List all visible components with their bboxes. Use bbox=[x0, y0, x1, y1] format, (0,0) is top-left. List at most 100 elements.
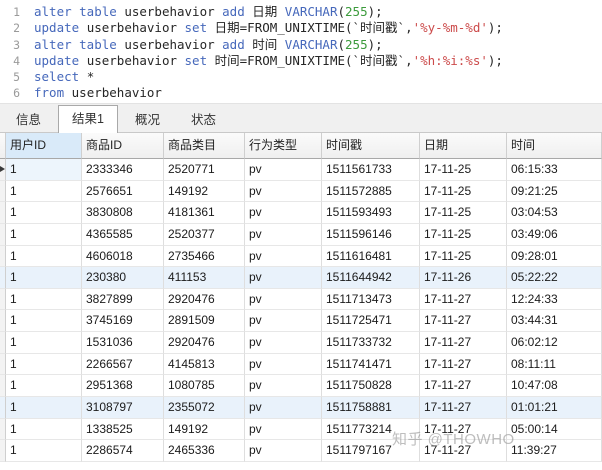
table-cell[interactable]: 3827899 bbox=[82, 289, 164, 311]
row-gutter[interactable] bbox=[0, 332, 6, 354]
table-cell[interactable]: 1531036 bbox=[82, 332, 164, 354]
table-cell[interactable]: 2891509 bbox=[164, 310, 245, 332]
table-cell[interactable]: pv bbox=[245, 440, 322, 462]
row-gutter[interactable] bbox=[0, 354, 6, 376]
table-cell[interactable]: 03:04:53 bbox=[507, 202, 602, 224]
table-cell[interactable]: 03:44:31 bbox=[507, 310, 602, 332]
table-cell[interactable]: 2266567 bbox=[82, 354, 164, 376]
table-cell[interactable]: 1 bbox=[6, 246, 82, 268]
table-cell[interactable]: 1511596146 bbox=[322, 224, 420, 246]
table-cell[interactable]: 06:15:33 bbox=[507, 159, 602, 181]
table-cell[interactable]: 3108797 bbox=[82, 397, 164, 419]
table-cell[interactable]: 1511773214 bbox=[322, 419, 420, 441]
table-cell[interactable]: 06:02:12 bbox=[507, 332, 602, 354]
table-cell[interactable]: 2333346 bbox=[82, 159, 164, 181]
table-cell[interactable]: 1 bbox=[6, 289, 82, 311]
table-cell[interactable]: 1 bbox=[6, 375, 82, 397]
table-cell[interactable]: 4145813 bbox=[164, 354, 245, 376]
table-cell[interactable]: 2520771 bbox=[164, 159, 245, 181]
row-gutter[interactable] bbox=[0, 181, 6, 203]
table-cell[interactable]: 1 bbox=[6, 267, 82, 289]
table-cell[interactable]: 17-11-27 bbox=[420, 310, 507, 332]
tab-信息[interactable]: 信息 bbox=[2, 108, 55, 132]
tab-状态[interactable]: 状态 bbox=[177, 108, 230, 132]
table-cell[interactable]: 17-11-27 bbox=[420, 419, 507, 441]
table-cell[interactable]: 03:49:06 bbox=[507, 224, 602, 246]
row-gutter[interactable] bbox=[0, 246, 6, 268]
table-cell[interactable]: 2355072 bbox=[164, 397, 245, 419]
table-cell[interactable]: 230380 bbox=[82, 267, 164, 289]
row-gutter[interactable] bbox=[0, 159, 6, 181]
row-gutter[interactable] bbox=[0, 419, 6, 441]
table-cell[interactable]: 4181361 bbox=[164, 202, 245, 224]
table-cell[interactable]: 1511616481 bbox=[322, 246, 420, 268]
row-gutter[interactable] bbox=[0, 224, 6, 246]
sql-editor[interactable]: 1alter table userbehavior add 日期 VARCHAR… bbox=[0, 0, 602, 104]
table-cell[interactable]: 2920476 bbox=[164, 332, 245, 354]
table-cell[interactable]: pv bbox=[245, 419, 322, 441]
table-cell[interactable]: 17-11-25 bbox=[420, 224, 507, 246]
table-cell[interactable]: 17-11-25 bbox=[420, 159, 507, 181]
table-cell[interactable]: pv bbox=[245, 332, 322, 354]
table-cell[interactable]: 17-11-25 bbox=[420, 246, 507, 268]
table-cell[interactable]: 09:28:01 bbox=[507, 246, 602, 268]
table-cell[interactable]: 1 bbox=[6, 354, 82, 376]
row-gutter[interactable] bbox=[0, 202, 6, 224]
table-cell[interactable]: 2951368 bbox=[82, 375, 164, 397]
table-cell[interactable]: 2520377 bbox=[164, 224, 245, 246]
table-cell[interactable]: 17-11-27 bbox=[420, 375, 507, 397]
column-header[interactable]: 用户ID bbox=[6, 133, 82, 159]
row-gutter[interactable] bbox=[0, 375, 6, 397]
table-cell[interactable]: 09:21:25 bbox=[507, 181, 602, 203]
table-cell[interactable]: 1511561733 bbox=[322, 159, 420, 181]
table-cell[interactable]: 05:00:14 bbox=[507, 419, 602, 441]
tab-结果1[interactable]: 结果1 bbox=[58, 105, 118, 133]
table-cell[interactable]: 1 bbox=[6, 224, 82, 246]
table-cell[interactable]: 149192 bbox=[164, 419, 245, 441]
row-gutter[interactable] bbox=[0, 440, 6, 462]
table-cell[interactable]: 17-11-25 bbox=[420, 181, 507, 203]
table-cell[interactable]: 1080785 bbox=[164, 375, 245, 397]
column-header[interactable]: 行为类型 bbox=[245, 133, 322, 159]
table-cell[interactable]: pv bbox=[245, 246, 322, 268]
table-cell[interactable]: 17-11-27 bbox=[420, 289, 507, 311]
table-cell[interactable]: 3830808 bbox=[82, 202, 164, 224]
table-cell[interactable]: 2465336 bbox=[164, 440, 245, 462]
table-cell[interactable]: 2576651 bbox=[82, 181, 164, 203]
table-cell[interactable]: 1511758881 bbox=[322, 397, 420, 419]
table-cell[interactable]: 1 bbox=[6, 440, 82, 462]
table-cell[interactable]: pv bbox=[245, 397, 322, 419]
table-cell[interactable]: pv bbox=[245, 289, 322, 311]
table-cell[interactable]: 1511741471 bbox=[322, 354, 420, 376]
column-header[interactable]: 商品类目 bbox=[164, 133, 245, 159]
row-gutter[interactable] bbox=[0, 267, 6, 289]
table-cell[interactable]: pv bbox=[245, 202, 322, 224]
column-header[interactable]: 日期 bbox=[420, 133, 507, 159]
table-cell[interactable]: 1 bbox=[6, 159, 82, 181]
table-cell[interactable]: pv bbox=[245, 159, 322, 181]
table-cell[interactable]: 1511572885 bbox=[322, 181, 420, 203]
table-cell[interactable]: 1511797167 bbox=[322, 440, 420, 462]
table-cell[interactable]: 1 bbox=[6, 397, 82, 419]
table-cell[interactable]: pv bbox=[245, 354, 322, 376]
column-header[interactable]: 商品ID bbox=[82, 133, 164, 159]
table-cell[interactable]: pv bbox=[245, 181, 322, 203]
row-gutter[interactable] bbox=[0, 397, 6, 419]
table-cell[interactable]: 1511644942 bbox=[322, 267, 420, 289]
table-cell[interactable]: 11:39:27 bbox=[507, 440, 602, 462]
table-cell[interactable]: 17-11-25 bbox=[420, 202, 507, 224]
table-cell[interactable]: 1 bbox=[6, 181, 82, 203]
table-cell[interactable]: 17-11-27 bbox=[420, 332, 507, 354]
table-cell[interactable]: 1 bbox=[6, 419, 82, 441]
table-cell[interactable]: 2920476 bbox=[164, 289, 245, 311]
table-cell[interactable]: 1338525 bbox=[82, 419, 164, 441]
table-cell[interactable]: 17-11-27 bbox=[420, 354, 507, 376]
row-gutter[interactable] bbox=[0, 310, 6, 332]
table-cell[interactable]: 12:24:33 bbox=[507, 289, 602, 311]
table-cell[interactable]: 01:01:21 bbox=[507, 397, 602, 419]
table-cell[interactable]: 1 bbox=[6, 202, 82, 224]
table-cell[interactable]: 149192 bbox=[164, 181, 245, 203]
table-cell[interactable]: 1511725471 bbox=[322, 310, 420, 332]
table-cell[interactable]: 1 bbox=[6, 310, 82, 332]
table-cell[interactable]: 1 bbox=[6, 332, 82, 354]
